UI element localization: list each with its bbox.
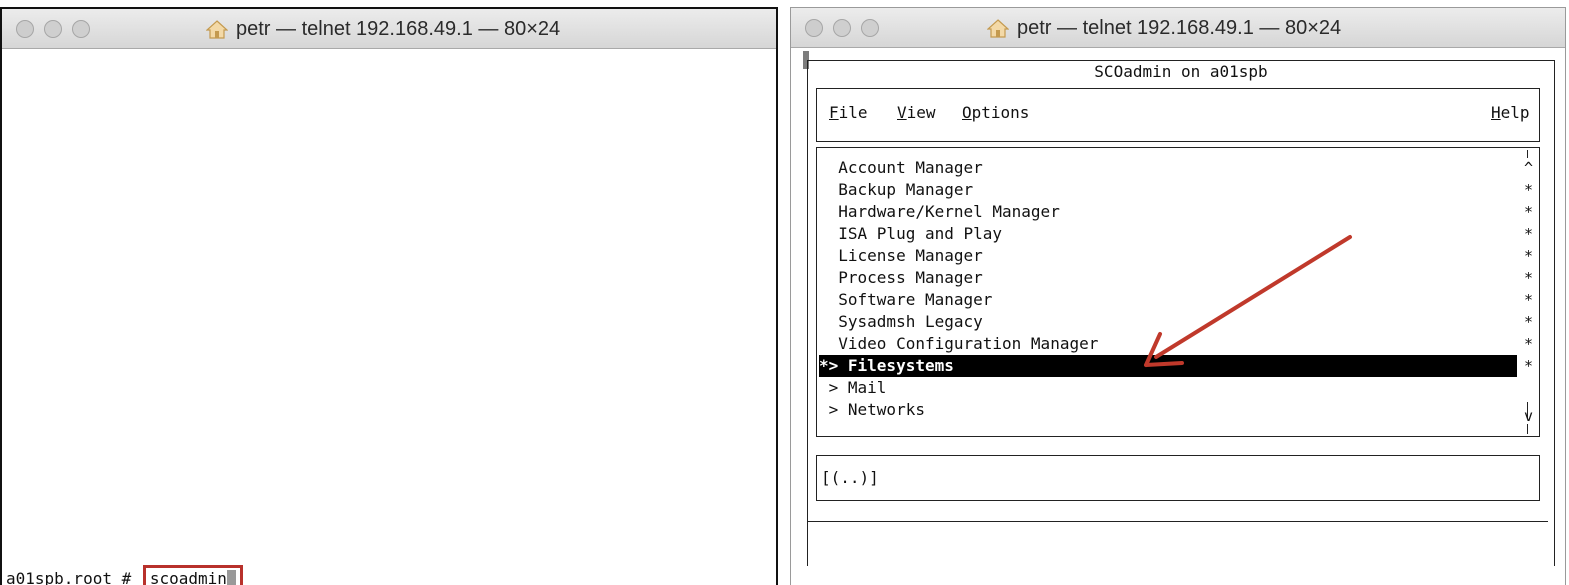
annotation-arrow [1144,235,1352,367]
arrow-head [1144,332,1184,367]
arrow-shaft [1154,235,1352,359]
